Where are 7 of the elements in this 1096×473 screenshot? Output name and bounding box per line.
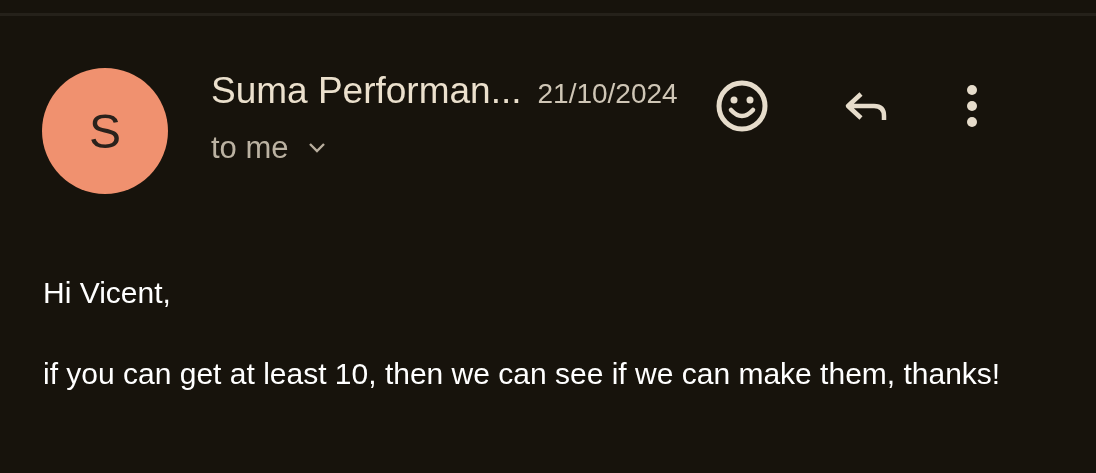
recipient-toggle[interactable]: to me <box>211 130 327 166</box>
email-paragraph: if you can get at least 10, then we can see if we can make them, thanks! <box>43 356 1002 392</box>
chevron-down-icon <box>306 142 327 154</box>
avatar: S <box>42 68 168 194</box>
sender-name: Suma Performan... <box>211 70 522 112</box>
email-date: 21/10/2024 <box>537 78 678 110</box>
email-paragraph: Hi Vicent, <box>43 275 172 311</box>
